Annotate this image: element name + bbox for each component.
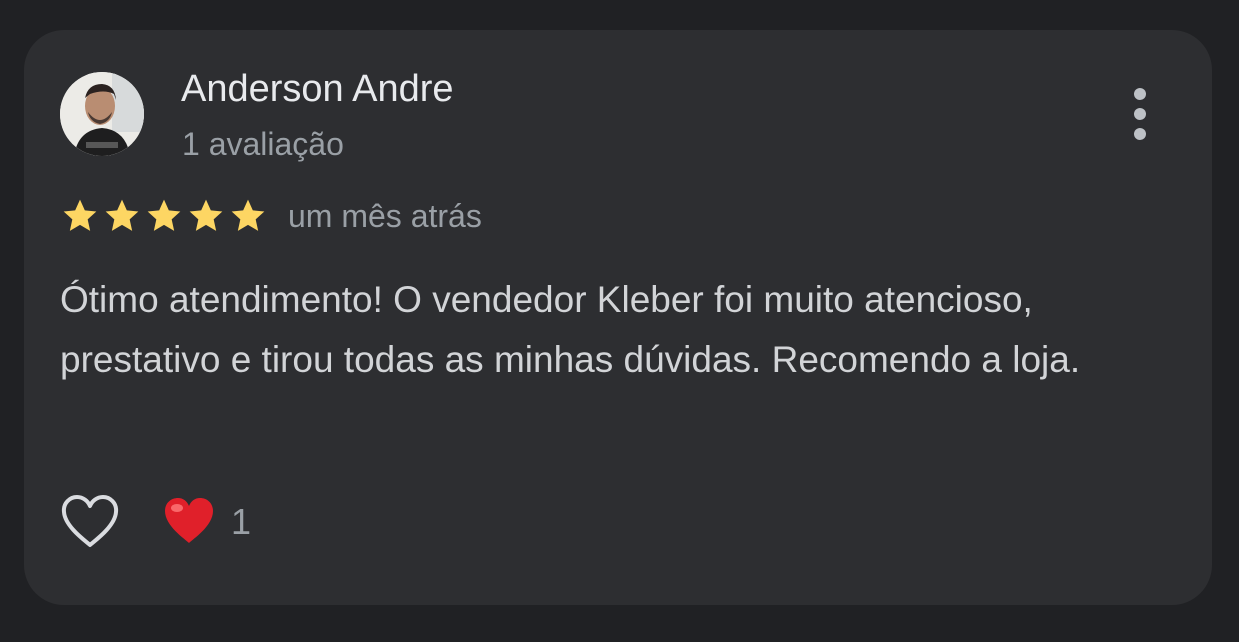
heart-outline-icon <box>61 495 119 547</box>
review-date: um mês atrás <box>288 198 482 234</box>
review-card: Anderson Andre 1 avaliação um mês atrás … <box>24 30 1212 605</box>
star-icon <box>231 199 265 231</box>
review-text: Ótimo atendimento! O vendedor Kleber foi… <box>60 279 1081 380</box>
like-button[interactable] <box>59 492 121 550</box>
reviewer-name[interactable]: Anderson Andre <box>181 66 454 112</box>
reviewer-review-count: 1 avaliação <box>182 126 344 162</box>
more-vert-icon <box>1134 88 1146 100</box>
red-heart-reaction-icon[interactable] <box>162 496 216 546</box>
more-options-button[interactable] <box>1120 86 1160 142</box>
star-icon <box>105 199 139 231</box>
avatar[interactable] <box>60 72 144 156</box>
star-rating <box>60 196 268 236</box>
star-icon <box>147 199 181 231</box>
avatar-photo <box>60 72 144 156</box>
star-icon <box>63 199 97 231</box>
star-icon <box>189 199 223 231</box>
reaction-count: 1 <box>231 501 252 542</box>
